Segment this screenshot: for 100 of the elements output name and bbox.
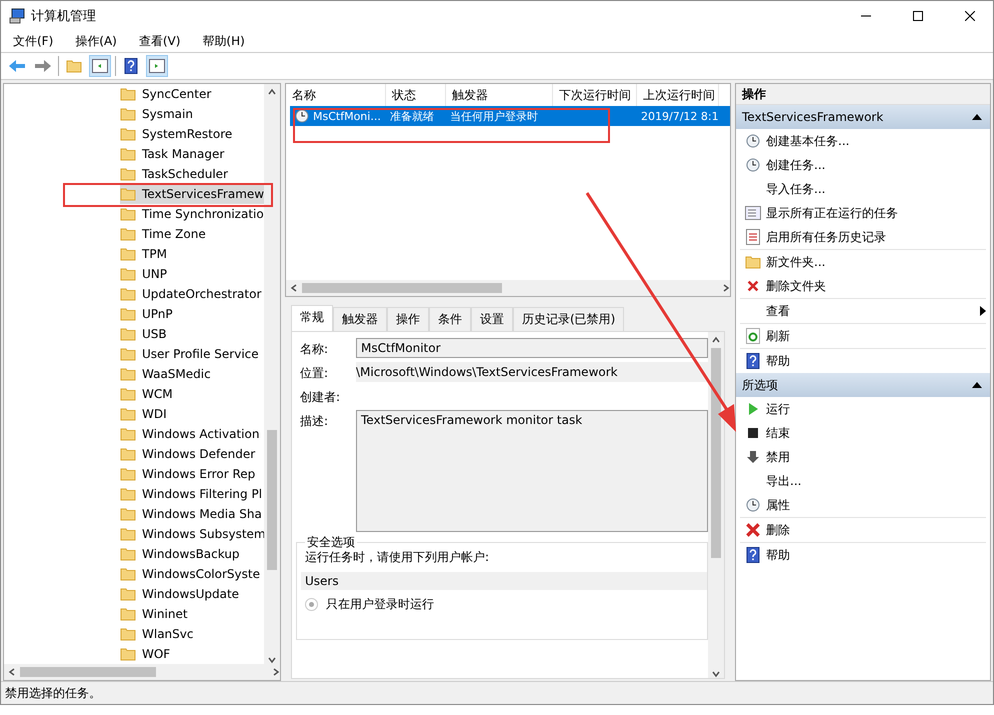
clock-icon	[745, 497, 761, 513]
tree-item[interactable]: WaaSMedic	[120, 364, 213, 384]
folder-icon	[120, 527, 136, 541]
folder-icon	[120, 567, 136, 581]
tab[interactable]: 条件	[429, 307, 471, 331]
tree-item[interactable]: WDI	[120, 404, 169, 424]
folder-icon	[120, 307, 136, 321]
list-icon	[745, 206, 761, 220]
menu-item[interactable]: 操作(A)	[67, 30, 125, 52]
description-field[interactable]: TextServicesFramework monitor task	[356, 410, 708, 532]
folder-icon	[120, 207, 136, 221]
tree-item[interactable]: WlanSvc	[120, 624, 196, 644]
tree-item[interactable]: WindowsUpdate	[120, 584, 242, 604]
task-row[interactable]: MsCtfMoni... 准备就绪 当任何用户登录时 2019/7/12 8:1	[290, 106, 730, 126]
folder-icon	[120, 447, 136, 461]
tab[interactable]: 操作	[387, 307, 429, 331]
tree-item[interactable]: TextServicesFramew	[120, 184, 264, 204]
tab[interactable]: 触发器	[333, 307, 387, 331]
show-hide-action-pane-button[interactable]	[146, 55, 168, 77]
maximize-icon	[913, 10, 923, 20]
tree-item[interactable]: Wininet	[120, 604, 190, 624]
menu-item[interactable]: 帮助(H)	[194, 30, 253, 52]
tree-item[interactable]: Windows Filtering Pl	[120, 484, 264, 504]
tree-item[interactable]: UPnP	[120, 304, 175, 324]
tab[interactable]: 历史记录(已禁用)	[513, 307, 624, 331]
vertical-scrollbar[interactable]	[708, 332, 724, 678]
folder-icon	[120, 147, 136, 161]
folder-icon	[120, 167, 136, 181]
tree-item[interactable]: TaskScheduler	[120, 164, 230, 184]
scrollbar-thumb[interactable]	[267, 430, 277, 570]
tree-item[interactable]: User Profile Service	[120, 344, 261, 364]
tree-item[interactable]: WindowsBackup	[120, 544, 242, 564]
tab[interactable]: 设置	[471, 307, 513, 331]
folder-icon	[120, 227, 136, 241]
action-item[interactable]: 禁用	[740, 445, 986, 469]
tree-item[interactable]: WindowsColorSyste	[120, 564, 262, 584]
scrollbar-thumb[interactable]	[711, 348, 721, 558]
horizontal-scrollbar[interactable]	[4, 664, 280, 680]
action-item[interactable]: 运行	[740, 397, 986, 421]
pane-header: 操作	[736, 84, 990, 105]
table-cell: 准备就绪	[390, 108, 434, 124]
show-hide-tree-button[interactable]	[89, 55, 111, 77]
horizontal-scrollbar[interactable]	[286, 280, 730, 296]
name-field[interactable]: MsCtfMonitor	[356, 338, 708, 358]
radio-button[interactable]	[305, 598, 318, 611]
folder-icon	[120, 487, 136, 501]
tree-item[interactable]: SystemRestore	[120, 124, 234, 144]
tree-item[interactable]: Windows Activation	[120, 424, 262, 444]
tree-item[interactable]: UpdateOrchestrator	[120, 284, 264, 304]
play-icon	[747, 402, 759, 416]
action-item[interactable]: 帮助	[740, 542, 986, 567]
menu-item[interactable]: 查看(V)	[130, 30, 188, 52]
action-item[interactable]: 导出...	[740, 469, 986, 493]
action-item[interactable]: 显示所有正在运行的任务	[740, 201, 986, 225]
folder-icon	[120, 367, 136, 381]
tree-item[interactable]: TPM	[120, 244, 169, 264]
tree-item[interactable]: USB	[120, 324, 169, 344]
collapse-icon[interactable]	[972, 382, 982, 388]
tree-item[interactable]: Windows Media Sha	[120, 504, 264, 524]
submenu-arrow-icon	[980, 306, 986, 316]
field-label: 名称:	[300, 341, 330, 358]
tree-item[interactable]: WCM	[120, 384, 175, 404]
collapse-icon[interactable]	[972, 114, 982, 120]
tree-item[interactable]: Time Synchronizatio	[120, 204, 264, 224]
folder-icon	[120, 347, 136, 361]
tree-item[interactable]: UNP	[120, 264, 169, 284]
menu-item[interactable]: 文件(F)	[5, 30, 62, 52]
folder-icon	[120, 647, 136, 661]
tree-item[interactable]: Time Zone	[120, 224, 208, 244]
clock-icon	[745, 133, 761, 149]
help-icon	[746, 547, 760, 563]
folder-icon	[120, 607, 136, 621]
vertical-scrollbar[interactable]	[264, 84, 280, 664]
tree-item[interactable]: SyncCenter	[120, 84, 214, 104]
section-header[interactable]: 所选项	[736, 373, 990, 397]
action-item[interactable]: 创建基本任务...	[740, 129, 986, 153]
tree-item[interactable]: Sysmain	[120, 104, 195, 124]
action-item[interactable]: 删除文件夹	[740, 274, 986, 298]
panel-icon	[92, 59, 108, 73]
action-item[interactable]: 结束	[740, 421, 986, 445]
action-item[interactable]: 查看	[740, 298, 986, 323]
tree-item[interactable]: Windows Defender	[120, 444, 258, 464]
scrollbar-thumb[interactable]	[302, 283, 502, 293]
close-icon	[744, 521, 762, 539]
action-item[interactable]: 启用所有任务历史记录	[740, 225, 986, 249]
action-item[interactable]: 创建任务...	[740, 153, 986, 177]
tree-item[interactable]: WOF	[120, 644, 172, 664]
action-item[interactable]: 属性	[740, 493, 986, 517]
folder-icon	[120, 407, 136, 421]
scrollbar-thumb[interactable]	[20, 667, 156, 677]
tree-item[interactable]: Task Manager	[120, 144, 226, 164]
folder-icon	[120, 107, 136, 121]
section-header[interactable]: TextServicesFramework	[736, 105, 990, 129]
action-item[interactable]: 刷新	[740, 323, 986, 348]
action-item[interactable]: 导入任务...	[740, 177, 986, 201]
action-item[interactable]: 新文件夹...	[740, 249, 986, 274]
tree-item[interactable]: Windows Error Rep	[120, 464, 258, 484]
action-item[interactable]: 删除	[740, 517, 986, 542]
tab[interactable]: 常规	[291, 305, 333, 331]
account-value: Users	[301, 572, 707, 590]
